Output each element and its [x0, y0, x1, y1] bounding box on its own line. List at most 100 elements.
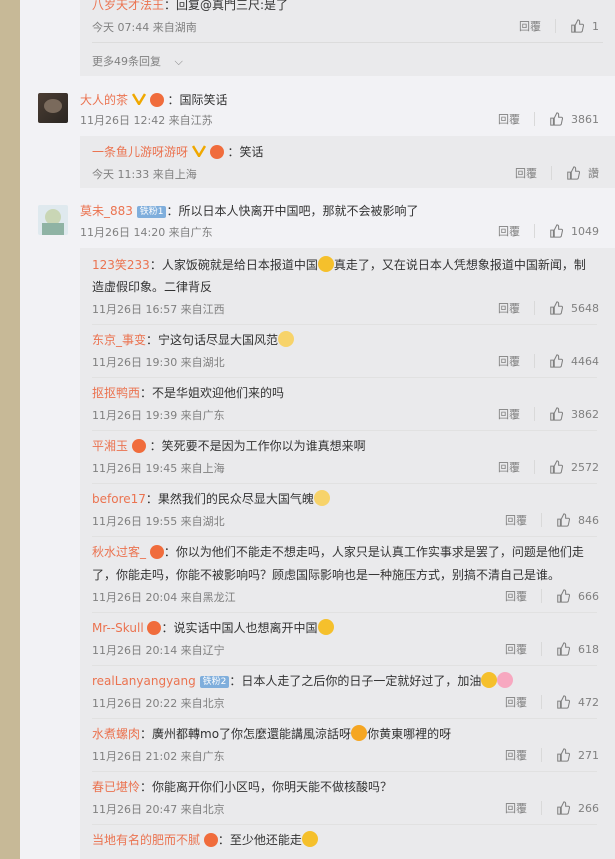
reply-author[interactable]: 123笑233 [92, 258, 150, 272]
reply-button[interactable]: 回覆 [505, 694, 527, 710]
divider [92, 324, 597, 325]
like-button[interactable]: 2572 [549, 460, 599, 474]
reply-author[interactable]: 八岁天才法王 [92, 0, 164, 12]
more-replies-label: 更多49条回复 [92, 55, 161, 68]
reply-text: ：日本人走了之后你的日子一定就好过了，加油 [229, 674, 482, 688]
reply-text-line: 水煮螺肉：廣州都轉mo了你怎麼還能講風涼話呀 你黄東哪裡的呀 [92, 723, 597, 745]
like-button[interactable]: 271 [556, 748, 599, 762]
reply-button[interactable]: 回覆 [519, 18, 541, 34]
action-divider [534, 460, 535, 474]
action-divider [551, 166, 552, 180]
action-divider [541, 589, 542, 603]
dog-emoji-icon [278, 331, 295, 347]
like-button[interactable]: 1049 [549, 224, 599, 238]
like-count: 4464 [571, 354, 599, 368]
like-count: 2572 [571, 460, 599, 474]
member-crown-icon [203, 833, 218, 847]
member-crown-icon [147, 621, 162, 635]
like-button[interactable]: 讚 [566, 165, 599, 181]
reply-button[interactable]: 回覆 [498, 353, 520, 369]
avatar[interactable] [38, 205, 68, 235]
like-button[interactable]: 266 [556, 801, 599, 815]
action-divider [534, 112, 535, 126]
like-button[interactable]: 5648 [549, 301, 599, 315]
divider [92, 536, 597, 537]
reply-button[interactable]: 回覆 [498, 459, 520, 475]
reply-time: 11月26日 20:14 来自辽宁 [92, 644, 225, 657]
avatar[interactable] [38, 93, 68, 123]
grin-emoji-icon [317, 619, 334, 635]
reply-button[interactable]: 回覆 [498, 406, 520, 422]
reply-text: ：不是华姐欢迎他们来的吗 [140, 386, 285, 400]
like-button[interactable]: 846 [556, 513, 599, 527]
pig-emoji-icon [497, 672, 514, 688]
reply-author[interactable]: 秋水过客_ [92, 545, 146, 559]
thumb-up-icon [550, 112, 563, 126]
reply-button[interactable]: 回覆 [505, 800, 527, 816]
reply-author[interactable]: Mr--Skull [92, 621, 144, 635]
reply-button[interactable]: 回覆 [505, 512, 527, 528]
comment-text: ：国际笑话 [167, 93, 228, 107]
like-count: 271 [578, 748, 599, 762]
divider [92, 483, 597, 484]
reply-actions: 回覆 271 [505, 747, 599, 763]
reply-button[interactable]: 回覆 [498, 111, 520, 127]
reply-button[interactable]: 回覆 [515, 165, 537, 181]
reply-text: ：笑死要不是因为工作你以为谁真想来啊 [149, 439, 366, 453]
like-button[interactable]: 3861 [549, 112, 599, 126]
like-count: 1049 [571, 224, 599, 238]
reply-author[interactable]: 抠抠鸭西 [92, 386, 140, 400]
reply-time: 11月26日 21:02 来自广东 [92, 750, 225, 763]
reply-text: ：果然我们的民众尽显大国气魄 [145, 492, 314, 506]
like-button[interactable]: 3862 [549, 407, 599, 421]
comment-actions: 回覆 3861 [498, 111, 599, 127]
action-divider [541, 513, 542, 527]
reply-button[interactable]: 回覆 [498, 223, 520, 239]
reply-author[interactable]: 平湘玉 [92, 439, 128, 453]
thumb-up-icon [550, 224, 563, 238]
reply-text: ：至少他还能走 [217, 833, 302, 847]
reply-text-line: 秋水过客_ ：你以为他们不能走不想走吗，人家只是认真工作实事求是罢了，问题是他们… [92, 541, 597, 563]
reply-button[interactable]: 回覆 [505, 641, 527, 657]
reply-author[interactable]: 东京_事变 [92, 333, 146, 347]
thumb-up-icon [550, 354, 563, 368]
action-divider [534, 354, 535, 368]
divider [92, 430, 597, 431]
reply-author[interactable]: before17 [92, 492, 146, 506]
reply-text-line: before17：果然我们的民众尽显大国气魄 [92, 488, 597, 510]
reply-button[interactable]: 回覆 [498, 300, 520, 316]
like-button[interactable]: 472 [556, 695, 599, 709]
member-crown-icon [149, 545, 164, 559]
like-button[interactable]: 4464 [549, 354, 599, 368]
member-crown-icon [149, 93, 164, 107]
reply-actions: 回覆 1 [519, 18, 599, 34]
like-count: 618 [578, 642, 599, 656]
reply-text-line: 东京_事变：宁这句话尽显大国风范 [92, 329, 597, 351]
sub-reply-text: ：笑话 [227, 145, 264, 159]
reply-time: 今天 07:44 来自湖南 [92, 21, 197, 34]
more-replies-link[interactable]: 更多49条回复 ⌵ [92, 53, 183, 69]
divider [92, 718, 597, 719]
thumb-up-icon [557, 589, 570, 603]
like-label: 讚 [588, 167, 599, 180]
reply-text: ：廣州都轉mo了你怎麼還能講風涼話呀 [140, 727, 352, 741]
reply-text: ：人家饭碗就是给日本报道中国 [149, 258, 318, 272]
like-button[interactable]: 666 [556, 589, 599, 603]
comment-author[interactable]: 大人的茶 [80, 93, 128, 107]
comment-actions: 回覆 1049 [498, 223, 599, 239]
like-button[interactable]: 1 [570, 19, 599, 33]
action-divider [534, 301, 535, 315]
reply-text-line: realLanyangyang 铁粉2 ：日本人走了之后你的日子一定就好过了，加油 [92, 670, 597, 692]
comment-author[interactable]: 莫未_883 [80, 204, 133, 218]
reply-author[interactable]: 春已堪怜 [92, 780, 140, 794]
reply-button[interactable]: 回覆 [505, 588, 527, 604]
reply-author[interactable]: realLanyangyang [92, 674, 196, 688]
like-button[interactable]: 618 [556, 642, 599, 656]
reply-button[interactable]: 回覆 [505, 747, 527, 763]
reply-text-line: 抠抠鸭西：不是华姐欢迎他们来的吗 [92, 382, 597, 404]
reply-author[interactable]: 水煮螺肉 [92, 727, 140, 741]
sub-reply-author[interactable]: 一条鱼儿游呀游呀 [92, 145, 188, 159]
reply-author[interactable]: 当地有名的肥而不腻 [92, 833, 200, 847]
reply-actions: 回覆 666 [505, 588, 599, 604]
reply-text: ：回复@真門三尺:是了 [164, 0, 289, 12]
